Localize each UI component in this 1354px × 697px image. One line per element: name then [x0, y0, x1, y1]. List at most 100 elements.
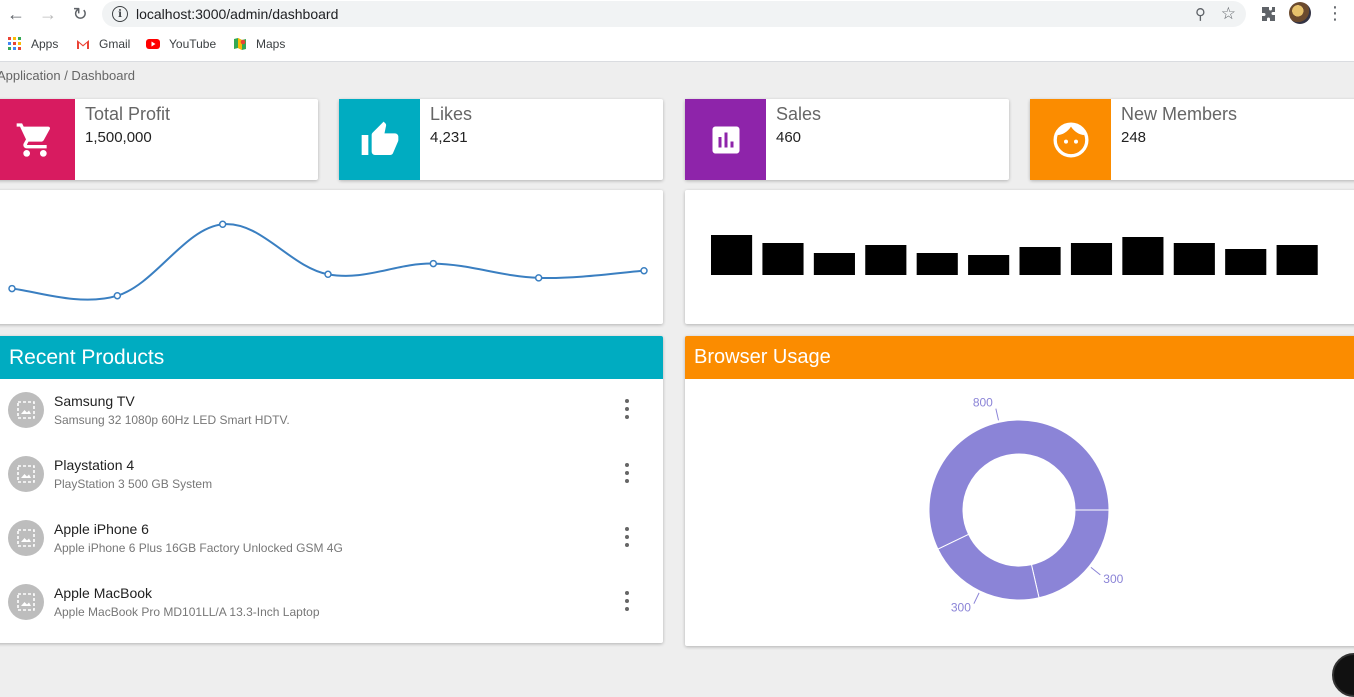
bar	[813, 253, 855, 275]
more-vert-icon[interactable]	[618, 461, 636, 485]
address-url[interactable]: localhost:3000/admin/dashboard	[136, 6, 338, 22]
apps-grid-icon	[8, 37, 21, 50]
product-name: Playstation 4	[54, 457, 135, 473]
donut-label-line	[1090, 566, 1101, 576]
stat-icon-bg	[339, 99, 420, 180]
line-point	[218, 220, 227, 229]
stat-label: New Members	[1121, 104, 1238, 124]
product-description: Samsung 32 1080p 60Hz LED Smart HDTV.	[54, 413, 290, 427]
bookmark-apps[interactable]: Apps	[8, 37, 58, 51]
line-point	[113, 291, 122, 300]
bookmark-label: Apps	[31, 37, 59, 51]
bookmark-label: Gmail	[99, 37, 131, 51]
donut-label: 300	[951, 601, 971, 615]
browser-usage-panel: Browser Usage 300 300 800	[685, 336, 1354, 646]
line-point	[534, 274, 543, 282]
browser-toolbar: ← → ↻ i localhost:3000/admin/dashboard ⚲…	[0, 0, 1354, 28]
more-vert-icon[interactable]	[618, 589, 636, 613]
bar	[1225, 249, 1267, 275]
stat-value: 4,231	[430, 129, 468, 146]
product-list-item[interactable]: Apple iPhone 6 Apple iPhone 6 Plus 16GB F…	[0, 507, 657, 571]
product-list-item[interactable]: Apple MacBook Apple MacBook Pro MD101LL/A…	[0, 571, 657, 635]
bar	[762, 243, 804, 275]
product-list-item[interactable]: Playstation 4 PlayStation 3 500 GB System	[0, 443, 657, 507]
extensions-icon[interactable]	[1258, 4, 1278, 24]
bar	[1276, 245, 1318, 275]
stat-value: 248	[1121, 129, 1147, 146]
stat-icon-bg	[685, 99, 766, 180]
stat-card-total-profit: Total Profit 1,500,000	[0, 99, 318, 180]
product-image-icon	[8, 584, 44, 620]
bar	[1173, 243, 1215, 275]
stat-card-sales: Sales 460	[685, 99, 1009, 180]
bar	[1070, 243, 1113, 275]
stat-label: Total Profit	[85, 104, 171, 124]
product-image-icon	[8, 456, 44, 492]
stat-label: Likes	[430, 104, 473, 124]
zoom-icon[interactable]: ⚲	[1195, 5, 1206, 23]
line-chart-panel	[0, 190, 663, 324]
line-point	[429, 259, 438, 268]
product-description: Apple iPhone 6 Plus 16GB Factory Unlocke…	[54, 541, 343, 555]
product-image-icon	[8, 392, 44, 428]
cart-icon	[16, 122, 50, 157]
product-name: Samsung TV	[54, 393, 135, 409]
product-name: Apple iPhone 6	[54, 521, 149, 537]
bar	[1019, 247, 1061, 275]
bookmark-youtube[interactable]: YouTube	[146, 37, 216, 51]
stat-value: 1,500,000	[85, 129, 152, 146]
face-icon	[1053, 122, 1088, 157]
recent-products-panel: Recent Products Samsung TV Samsung 32 108…	[0, 336, 663, 643]
stat-card-likes: Likes 4,231	[339, 99, 663, 180]
product-description: PlayStation 3 500 GB System	[54, 477, 213, 491]
bar-chart	[711, 235, 1318, 275]
donut-chart: 300 300 800	[928, 396, 1124, 615]
profile-avatar[interactable]	[1289, 2, 1311, 24]
donut-label-line	[973, 592, 980, 604]
gmail-icon	[77, 40, 89, 49]
more-vert-icon[interactable]	[618, 525, 636, 549]
line-point	[324, 270, 332, 279]
stat-card-new-members: New Members 248	[1030, 99, 1354, 180]
bar-chart-icon	[712, 126, 739, 153]
thumb-up-icon	[361, 121, 398, 155]
bar	[968, 255, 1010, 275]
stat-icon-bg	[1030, 99, 1111, 180]
bar	[916, 253, 958, 275]
donut-slice	[1030, 509, 1110, 599]
bookmark-maps[interactable]: Maps	[233, 37, 285, 51]
bookmark-gmail[interactable]: Gmail	[76, 37, 130, 51]
address-bar[interactable]: i localhost:3000/admin/dashboard ⚲ ☆	[102, 1, 1246, 27]
floating-action-button[interactable]	[1332, 653, 1354, 697]
reload-icon[interactable]: ↻	[69, 4, 91, 24]
product-description: Apple MacBook Pro MD101LL/A 13.3-Inch La…	[54, 605, 320, 619]
dashboard-page: Application / Dashboard Total Profit 1,5…	[0, 63, 1354, 697]
browser-menu-icon[interactable]: ⋮	[1326, 3, 1344, 23]
back-arrow-icon[interactable]: ←	[5, 4, 27, 24]
youtube-icon	[146, 39, 160, 49]
bookmark-label: Maps	[256, 37, 286, 51]
forward-arrow-icon[interactable]: →	[37, 4, 59, 24]
line-series	[11, 223, 645, 301]
bookmark-star-icon[interactable]: ☆	[1221, 4, 1236, 24]
site-info-icon[interactable]: i	[112, 6, 128, 22]
more-vert-icon[interactable]	[618, 397, 636, 421]
browser-usage-title: Browser Usage	[685, 336, 1354, 379]
stat-value: 460	[776, 129, 802, 146]
line-point	[8, 284, 16, 293]
donut-label: 300	[1103, 572, 1123, 586]
donut-label: 800	[973, 396, 993, 410]
line-point	[640, 266, 648, 275]
bookmark-label: YouTube	[169, 37, 217, 51]
bar-chart-panel	[685, 190, 1354, 324]
bar	[711, 235, 753, 275]
breadcrumb: Application / Dashboard	[0, 68, 136, 83]
line-chart	[8, 220, 648, 301]
donut-label-line	[995, 408, 1000, 421]
recent-products-title: Recent Products	[0, 336, 663, 379]
product-list-item[interactable]: Samsung TV Samsung 32 1080p 60Hz LED Smar…	[0, 379, 657, 443]
product-image-icon	[8, 520, 44, 556]
donut-slice	[937, 533, 1040, 601]
bar	[1122, 237, 1164, 275]
bookmarks-bar: Apps Gmail YouTube Maps	[0, 28, 1354, 62]
